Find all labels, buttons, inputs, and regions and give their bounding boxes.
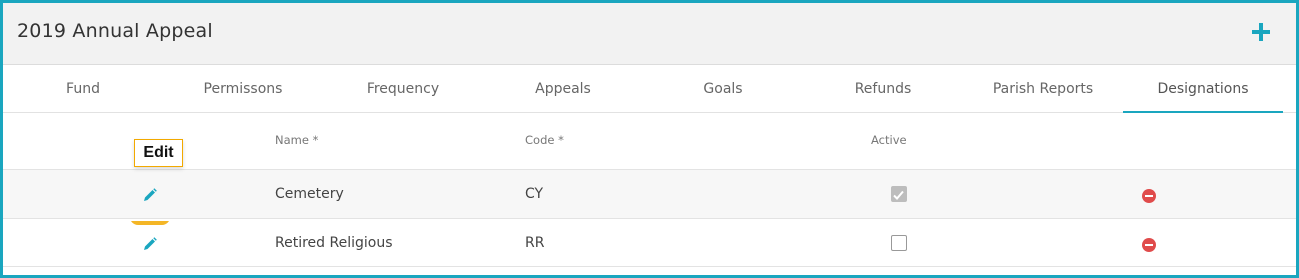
- pencil-icon: [144, 188, 157, 201]
- active-checkbox[interactable]: [891, 235, 907, 251]
- panel-header: 2019 Annual Appeal: [3, 3, 1296, 65]
- tab-parish-reports[interactable]: Parish Reports: [963, 65, 1123, 113]
- tab-appeals[interactable]: Appeals: [483, 65, 643, 113]
- minus-circle-icon: [1142, 238, 1156, 252]
- add-designation-button[interactable]: [1249, 20, 1273, 44]
- tab-goals[interactable]: Goals: [643, 65, 803, 113]
- column-header-name: Name *: [275, 133, 319, 147]
- remove-button[interactable]: [1142, 188, 1156, 203]
- designations-panel: 2019 Annual Appeal Fund Permissons Frequ…: [0, 0, 1299, 278]
- designation-code: CY: [525, 186, 544, 202]
- table-row: Retired Religious RR: [3, 218, 1296, 267]
- tab-fund[interactable]: Fund: [3, 65, 163, 113]
- tab-frequency[interactable]: Frequency: [323, 65, 483, 113]
- table-row: Cemetery CY: [3, 169, 1296, 218]
- minus-circle-icon: [1142, 189, 1156, 203]
- tab-bar: Fund Permissons Frequency Appeals Goals …: [3, 65, 1296, 113]
- tab-designations[interactable]: Designations: [1123, 65, 1283, 113]
- tab-permissons[interactable]: Permissons: [163, 65, 323, 113]
- check-icon: [893, 190, 904, 200]
- column-header-code: Code *: [525, 133, 564, 147]
- plus-icon: [1252, 23, 1270, 41]
- pencil-icon: [144, 237, 157, 250]
- edit-button[interactable]: [142, 187, 158, 203]
- column-header-active: Active: [871, 133, 907, 147]
- designation-name: Cemetery: [275, 186, 344, 202]
- tab-refunds[interactable]: Refunds: [803, 65, 963, 113]
- remove-button[interactable]: [1142, 237, 1156, 252]
- edit-tooltip: Edit: [134, 139, 183, 167]
- active-checkbox[interactable]: [891, 186, 907, 202]
- edit-button[interactable]: [142, 236, 158, 252]
- panel-title: 2019 Annual Appeal: [17, 20, 213, 42]
- designation-name: Retired Religious: [275, 235, 393, 251]
- designation-code: RR: [525, 235, 545, 251]
